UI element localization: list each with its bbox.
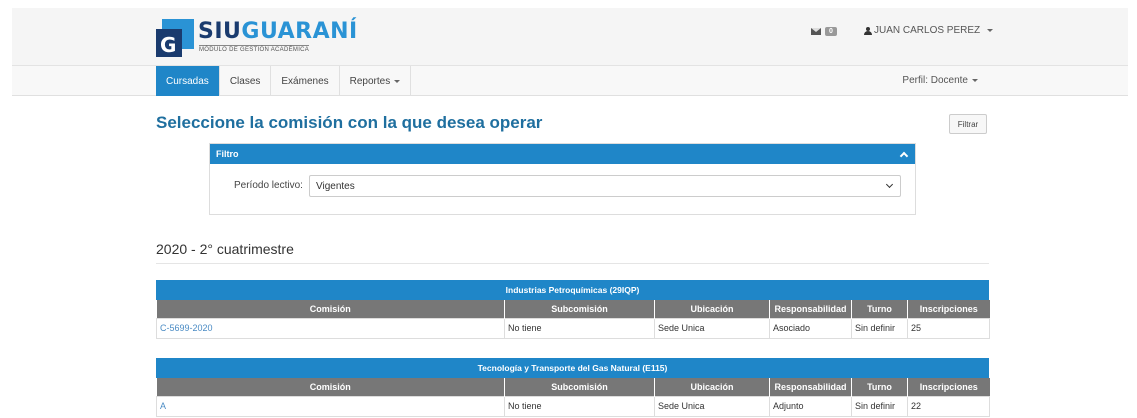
- page-frame: G SIUGUARANÍ MÓDULO DE GESTIÓN ACADÉMICA…: [12, 8, 1128, 418]
- subject-table: Industrias Petroquímicas (29IQP) Comisió…: [156, 280, 990, 339]
- periodo-lectivo-label: Período lectivo:: [234, 180, 303, 191]
- nav-examenes[interactable]: Exámenes: [271, 66, 340, 96]
- column-header: Turno: [851, 378, 908, 396]
- perfil-dropdown[interactable]: Perfil: Docente: [902, 75, 978, 86]
- filter-button[interactable]: Filtrar: [949, 114, 987, 134]
- responsabilidad-cell: Asociado: [769, 317, 852, 339]
- responsabilidad-cell: Adjunto: [769, 395, 852, 417]
- filter-panel-title: Filtro: [216, 149, 239, 159]
- filter-panel: Filtro Período lectivo: Vigentes: [209, 143, 916, 215]
- svg-text:G: G: [160, 33, 176, 57]
- column-header: Comisión: [156, 378, 505, 396]
- logo-g-icon: G: [156, 19, 194, 57]
- inscripciones-cell: 25: [907, 317, 990, 339]
- envelope-icon: [811, 28, 821, 35]
- subject-title: Industrias Petroquímicas (29IQP): [156, 280, 989, 300]
- turno-cell: Sin definir: [851, 317, 908, 339]
- user-name: JUAN CARLOS PEREZ: [874, 25, 981, 36]
- period-heading: 2020 - 2° cuatrimestre: [156, 241, 294, 257]
- column-header: Ubicación: [654, 300, 770, 318]
- ubicacion-cell: Sede Unica: [654, 317, 770, 339]
- periodo-lectivo-value: Vigentes: [316, 180, 355, 192]
- table-row[interactable]: A No tiene Sede Unica Adjunto Sin defini…: [156, 395, 990, 417]
- nav-clases-label: Clases: [229, 75, 261, 87]
- logo-title: SIUGUARANÍ: [198, 19, 358, 45]
- column-header: Inscripciones: [907, 300, 990, 318]
- comision-link[interactable]: A: [156, 395, 505, 417]
- user-menu[interactable]: JUAN CARLOS PEREZ: [864, 25, 994, 36]
- nav-examenes-label: Exámenes: [281, 75, 329, 87]
- divider: [156, 263, 989, 264]
- messages-count-badge: 0: [825, 27, 837, 36]
- nav-clases[interactable]: Clases: [220, 66, 272, 96]
- column-header: Responsabilidad: [769, 300, 852, 318]
- chevron-down-icon: [885, 180, 894, 189]
- nav-reportes[interactable]: Reportes: [340, 66, 412, 96]
- column-header: Subcomisión: [504, 300, 655, 318]
- column-header: Turno: [851, 300, 908, 318]
- ubicacion-cell: Sede Unica: [654, 395, 770, 417]
- nav-reportes-label: Reportes: [349, 75, 391, 87]
- inscripciones-cell: 22: [907, 395, 990, 417]
- column-header: Inscripciones: [907, 378, 990, 396]
- turno-cell: Sin definir: [851, 395, 908, 417]
- logo-subtitle: MÓDULO DE GESTIÓN ACADÉMICA: [199, 45, 310, 53]
- chevron-up-icon[interactable]: [899, 151, 909, 160]
- logo-guarani-text: GUARANÍ: [241, 19, 358, 44]
- table-header-row: Comisión Subcomisión Ubicación Responsab…: [156, 300, 990, 318]
- siu-guarani-logo[interactable]: G SIUGUARANÍ MÓDULO DE GESTIÓN ACADÉMICA: [156, 19, 358, 59]
- subcomision-cell: No tiene: [504, 317, 655, 339]
- column-header: Responsabilidad: [769, 378, 852, 396]
- nav-cursadas[interactable]: Cursadas: [156, 66, 220, 96]
- user-icon: [864, 26, 872, 35]
- table-row[interactable]: C-5699-2020 No tiene Sede Unica Asociado…: [156, 317, 990, 339]
- subject-table: Tecnología y Transporte del Gas Natural …: [156, 358, 990, 417]
- periodo-lectivo-select[interactable]: Vigentes: [309, 175, 901, 197]
- caret-down-icon: [987, 29, 994, 32]
- caret-down-icon: [394, 79, 401, 83]
- messages-button[interactable]: 0: [811, 27, 837, 36]
- caret-down-icon: [972, 78, 978, 82]
- filter-panel-header[interactable]: Filtro: [210, 144, 915, 164]
- table-header-row: Comisión Subcomisión Ubicación Responsab…: [156, 378, 990, 396]
- perfil-label: Perfil: Docente: [902, 75, 968, 86]
- logo-siu-text: SIU: [198, 19, 242, 44]
- subcomision-cell: No tiene: [504, 395, 655, 417]
- subject-title: Tecnología y Transporte del Gas Natural …: [156, 358, 989, 378]
- column-header: Ubicación: [654, 378, 770, 396]
- page-title: Seleccione la comisión con la que desea …: [156, 113, 543, 132]
- nav-cursadas-label: Cursadas: [166, 75, 209, 87]
- comision-link[interactable]: C-5699-2020: [156, 317, 505, 339]
- column-header: Subcomisión: [504, 378, 655, 396]
- app-header: G SIUGUARANÍ MÓDULO DE GESTIÓN ACADÉMICA…: [12, 8, 1128, 66]
- main-navbar: Cursadas Clases Exámenes Reportes Perfil…: [12, 66, 1128, 96]
- column-header: Comisión: [156, 300, 505, 318]
